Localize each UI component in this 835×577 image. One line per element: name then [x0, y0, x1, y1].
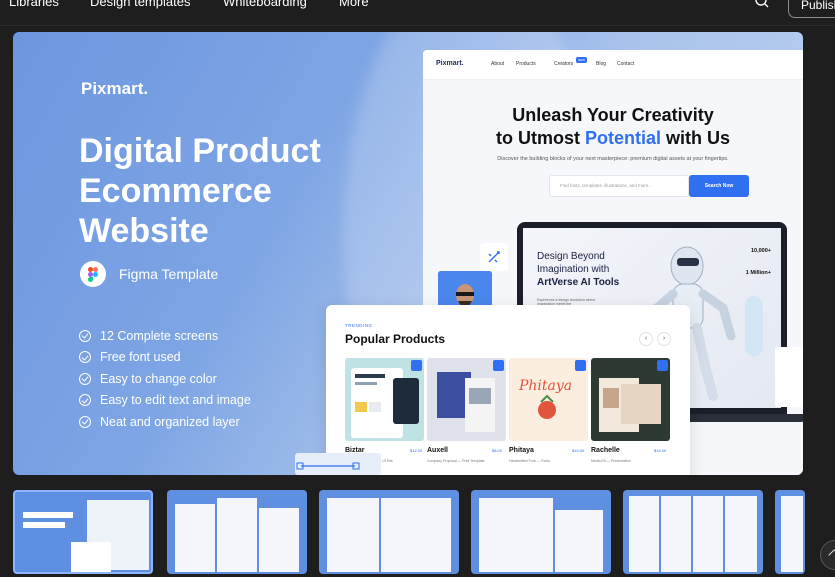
check-circle-icon — [79, 329, 91, 342]
mockup-headline: Unleash Your Creativity to Utmost Potent… — [423, 104, 803, 150]
mockup-search-button: Search Now — [689, 175, 749, 197]
feature-label: Neat and organized layer — [100, 414, 240, 429]
product-name: Auxell — [427, 447, 449, 454]
feature-label: 12 Complete screens — [100, 328, 219, 343]
crown-icon — [411, 360, 422, 371]
search-icon — [755, 0, 769, 8]
top-nav: Libraries Design templates Whiteboarding… — [0, 0, 835, 26]
progress-widget — [295, 453, 381, 475]
product-card-rachelle — [591, 358, 670, 441]
figma-template-row: Figma Template — [80, 261, 218, 287]
mockup-search: Find fonts, templates, illustrations, an… — [549, 175, 689, 197]
thumbnail-5[interactable] — [623, 490, 763, 574]
nav-design-templates[interactable]: Design templates — [90, 0, 190, 9]
feature-item: Easy to edit text and image — [79, 390, 251, 412]
thumbnail-2[interactable] — [167, 490, 307, 574]
check-circle-icon — [79, 415, 91, 428]
popular-products-card: TRENDING Popular Products ‹ › Phitaya Bi… — [326, 305, 690, 475]
nav-more[interactable]: More — [339, 0, 369, 9]
mockup-nav: Pixmart. About Products Creators Blog Co… — [423, 50, 803, 80]
product-card-phitaya: Phitaya — [509, 358, 588, 441]
mini-widget — [775, 347, 803, 407]
product-desc: Company Proposal — Print Template — [427, 459, 485, 463]
feature-label: Easy to change color — [100, 371, 217, 386]
mockup-link: About — [491, 61, 505, 67]
mockup-link: Creators — [554, 57, 588, 67]
popular-kicker: TRENDING — [345, 323, 373, 328]
search-button[interactable] — [753, 0, 773, 14]
product-desc: Media Kit — Presentation — [591, 459, 631, 463]
nav-whiteboarding[interactable]: Whiteboarding — [223, 0, 307, 9]
svg-text:Phitaya: Phitaya — [518, 378, 572, 394]
feature-item: Easy to change color — [79, 368, 251, 390]
check-circle-icon — [79, 351, 91, 364]
product-name: Phitaya — [509, 447, 534, 454]
publish-button[interactable]: Publish — [788, 0, 835, 18]
check-circle-icon — [79, 394, 91, 407]
product-price: $16.00 — [654, 448, 667, 453]
thumbnail-6[interactable] — [775, 490, 805, 574]
mockup-headline-pre: to Utmost — [495, 128, 585, 148]
laptop-stat: 10,000+ — [750, 248, 771, 254]
feature-item: 12 Complete screens — [79, 325, 251, 347]
product-name: Rachelle — [591, 447, 620, 454]
product-price: $12.00 — [410, 448, 423, 453]
check-circle-icon — [79, 372, 91, 385]
brand-logo: Pixmart. — [81, 79, 149, 98]
crown-icon — [575, 360, 586, 371]
thumbnail-4[interactable] — [471, 490, 611, 574]
feature-list: 12 Complete screens Free font used Easy … — [79, 325, 251, 433]
laptop-headline-bold: ArtVerse AI Tools — [537, 277, 620, 288]
product-desc: Handwritten Font — Fonts — [509, 459, 550, 463]
thumbnail-strip — [13, 490, 835, 574]
figma-template-label: Figma Template — [119, 266, 219, 282]
hero-title: Digital Product Ecommerce Website — [79, 132, 321, 250]
mockup-link: Blog — [596, 61, 607, 67]
feature-label: Easy to edit text and image — [100, 393, 251, 408]
product-price: $10.00 — [572, 448, 585, 453]
mockup-headline-accent: Potential — [584, 128, 661, 148]
mockup-link: Products — [516, 61, 536, 67]
mockup-subtext: Discover the building blocks of your nex… — [497, 156, 729, 162]
popular-title: Popular Products — [345, 332, 446, 346]
figma-icon — [80, 261, 106, 287]
mockup-headline-post: with Us — [661, 128, 731, 148]
thumbnail-3[interactable] — [319, 490, 459, 574]
chevron-right-icon: › — [657, 332, 671, 346]
feature-item: Free font used — [79, 347, 251, 369]
feature-item: Neat and organized layer — [79, 411, 251, 433]
feature-label: Free font used — [100, 350, 181, 365]
hero-banner: Pixmart. Digital Product Ecommerce Websi… — [13, 32, 803, 475]
mockup-link: Contact — [617, 61, 635, 67]
nav-libraries[interactable]: Libraries — [9, 0, 59, 9]
laptop-stat: 1 Million+ — [745, 270, 771, 276]
crown-icon — [657, 360, 668, 371]
crown-icon — [493, 360, 504, 371]
product-card-biztar — [345, 358, 424, 441]
chevron-left-icon: ‹ — [639, 332, 653, 346]
magic-wand-tile — [480, 243, 508, 271]
thumbnail-1[interactable] — [13, 490, 153, 574]
arrow-up-icon — [828, 549, 835, 561]
product-card-auxell — [427, 358, 506, 441]
mockup-logo: Pixmart. — [436, 60, 464, 67]
product-price: $8.00 — [492, 448, 503, 453]
laptop-pill — [745, 296, 763, 356]
mockup-headline-line1: Unleash Your Creativity — [512, 105, 714, 125]
